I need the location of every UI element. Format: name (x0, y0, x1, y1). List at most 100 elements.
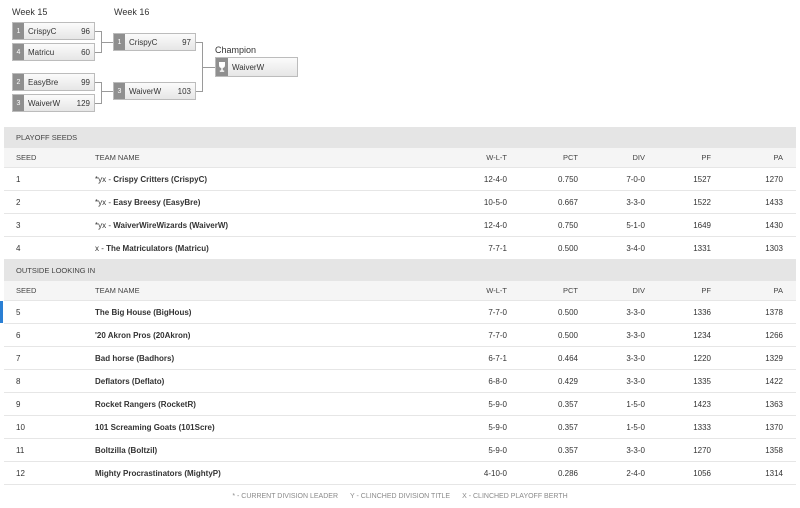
bracket-slot-r2-1[interactable]: 1 CrispyC 97 (113, 33, 196, 51)
col-pf[interactable]: PF (645, 286, 711, 295)
team-abbrev: Matricu (28, 47, 55, 57)
pct-cell: 0.750 (557, 220, 578, 230)
seed-cell: 1 (16, 174, 21, 184)
pf-cell: 1522 (693, 197, 711, 207)
seed-cell: 12 (16, 468, 25, 478)
champion-label: Champion (215, 45, 257, 55)
div-cell: 3-3-0 (626, 197, 645, 207)
div-cell: 2-4-0 (626, 468, 645, 478)
div-cell: 1-5-0 (626, 422, 645, 432)
col-div[interactable]: DIV (578, 153, 645, 162)
div-cell: 3-4-0 (626, 243, 645, 253)
bracket-slot-r2-3[interactable]: 3 WaiverW 103 (113, 82, 196, 100)
team-name-link[interactable]: The Matriculators (Matricu) (106, 244, 209, 253)
div-cell: 7-0-0 (626, 174, 645, 184)
connector-line (101, 91, 113, 92)
pct-cell: 0.500 (557, 243, 578, 253)
pct-cell: 0.357 (557, 445, 578, 455)
connector-line (101, 42, 113, 43)
bracket-slot-r1-3[interactable]: 3 WaiverW 129 (12, 94, 95, 112)
team-name-link[interactable]: Easy Breesy (EasyBre) (113, 198, 200, 207)
team-name-link[interactable]: Crispy Critters (CrispyC) (113, 175, 207, 184)
clinch-tag: *yx - (95, 197, 114, 207)
pf-cell: 1220 (693, 353, 711, 363)
col-pa[interactable]: PA (711, 286, 783, 295)
table-row[interactable]: 7 Bad horse (Badhors) 6-7-1 0.464 3-3-0 1220 1… (4, 347, 796, 370)
table-row[interactable]: 9 Rocket Rangers (RocketR) 5-9-0 0.357 1-5-0… (4, 393, 796, 416)
pa-cell: 1314 (765, 468, 783, 478)
team-name-link[interactable]: Boltzilla (Boltzil) (95, 446, 157, 455)
table-row[interactable]: 10 101 Screaming Goats (101Scre) 5-9-0 0.35… (4, 416, 796, 439)
table-row[interactable]: 12 Mighty Procrastinators (MightyP) 4-10-0… (4, 462, 796, 485)
seed-badge: 2 (13, 74, 24, 90)
col-team[interactable]: TEAM NAME (95, 286, 425, 295)
clinch-tag: x - (95, 243, 107, 253)
col-pa[interactable]: PA (711, 153, 783, 162)
table-row[interactable]: 2 *yx - Easy Breesy (EasyBre) 10-5-0 0.667 3… (4, 191, 796, 214)
team-cell: '20 Akron Pros (20Akron) (95, 331, 425, 340)
connector-line (101, 82, 102, 104)
seed-badge: 3 (13, 95, 24, 111)
team-name-link[interactable]: 101 Screaming Goats (101Scre) (95, 423, 215, 432)
seed-badge: 4 (13, 44, 24, 60)
col-pct[interactable]: PCT (507, 153, 578, 162)
team-abbrev: WaiverW (129, 86, 162, 96)
wlt-cell: 10-5-0 (483, 197, 507, 207)
col-seed[interactable]: SEED (4, 153, 95, 162)
team-name-link[interactable]: Rocket Rangers (RocketR) (95, 400, 196, 409)
pct-cell: 0.667 (557, 197, 578, 207)
section-outside-looking-in: OUTSIDE LOOKING IN (4, 260, 796, 281)
col-wlt[interactable]: W-L-T (425, 286, 507, 295)
standings-table: PLAYOFF SEEDS SEED TEAM NAME W-L-T PCT D… (0, 127, 796, 485)
table-row[interactable]: 3 *yx - WaiverWireWizards (WaiverW) 12-4-0… (4, 214, 796, 237)
team-score: 99 (81, 77, 90, 87)
team-name-link[interactable]: '20 Akron Pros (20Akron) (95, 331, 190, 340)
team-cell: *yx - Easy Breesy (EasyBre) (95, 198, 425, 207)
wlt-cell: 12-4-0 (483, 220, 507, 230)
col-div[interactable]: DIV (578, 286, 645, 295)
table-row[interactable]: 8 Deflators (Deflato) 6-8-0 0.429 3-3-0 1335 1… (4, 370, 796, 393)
table-row[interactable]: 4 x - The Matriculators (Matricu) 7-7-1 0.5… (4, 237, 796, 260)
bracket-slot-r1-4[interactable]: 4 Matricu 60 (12, 43, 95, 61)
div-cell: 3-3-0 (626, 353, 645, 363)
pct-cell: 0.429 (557, 376, 578, 386)
div-cell: 5-1-0 (626, 220, 645, 230)
playoff-bracket: Week 15 Week 16 1 CrispyC 96 4 Matricu 6… (0, 0, 800, 122)
team-name-link[interactable]: Bad horse (Badhors) (95, 354, 174, 363)
team-name-link[interactable]: WaiverWireWizards (WaiverW) (113, 221, 228, 230)
col-team[interactable]: TEAM NAME (95, 153, 425, 162)
column-header-row: SEED TEAM NAME W-L-T PCT DIV PF PA (4, 148, 796, 168)
legend: * - CURRENT DIVISION LEADER Y - CLINCHED … (0, 493, 800, 500)
playoff-rows: 1 *yx - Crispy Critters (CrispyC) 12-4-0 0.… (4, 168, 796, 260)
table-row[interactable]: 1 *yx - Crispy Critters (CrispyC) 12-4-0 0.… (4, 168, 796, 191)
table-row[interactable]: 6 '20 Akron Pros (20Akron) 7-7-0 0.500 3-3-0… (4, 324, 796, 347)
div-cell: 3-3-0 (626, 445, 645, 455)
col-pf[interactable]: PF (645, 153, 711, 162)
team-name-link[interactable]: The Big House (BigHous) (95, 308, 191, 317)
col-wlt[interactable]: W-L-T (425, 153, 507, 162)
pct-cell: 0.357 (557, 422, 578, 432)
seed-badge: 3 (114, 83, 125, 99)
team-score: 103 (177, 86, 191, 96)
team-name-link[interactable]: Mighty Procrastinators (MightyP) (95, 469, 221, 478)
bracket-slot-r1-1[interactable]: 1 CrispyC 96 (12, 22, 95, 40)
champion-team: WaiverW (232, 62, 265, 72)
column-header-row: SEED TEAM NAME W-L-T PCT DIV PF PA (4, 281, 796, 301)
legend-division-title: Y - CLINCHED DIVISION TITLE (350, 493, 451, 500)
team-name-link[interactable]: Deflators (Deflato) (95, 377, 164, 386)
seed-cell: 5 (16, 307, 21, 317)
champion-slot[interactable]: WaiverW (215, 57, 298, 77)
team-cell: Bad horse (Badhors) (95, 354, 425, 363)
bracket-slot-r1-2[interactable]: 2 EasyBre 99 (12, 73, 95, 91)
pa-cell: 1433 (765, 197, 783, 207)
table-row[interactable]: 11 Boltzilla (Boltzil) 5-9-0 0.357 3-3-0 1270… (4, 439, 796, 462)
col-seed[interactable]: SEED (4, 286, 95, 295)
pf-cell: 1527 (693, 174, 711, 184)
team-cell: Deflators (Deflato) (95, 377, 425, 386)
section-playoff-seeds: PLAYOFF SEEDS (4, 127, 796, 148)
table-row[interactable]: 5 The Big House (BigHous) 7-7-0 0.500 3-3-0 1… (0, 301, 796, 324)
col-pct[interactable]: PCT (507, 286, 578, 295)
seed-cell: 6 (16, 330, 21, 340)
pf-cell: 1270 (693, 445, 711, 455)
wlt-cell: 6-8-0 (488, 376, 507, 386)
